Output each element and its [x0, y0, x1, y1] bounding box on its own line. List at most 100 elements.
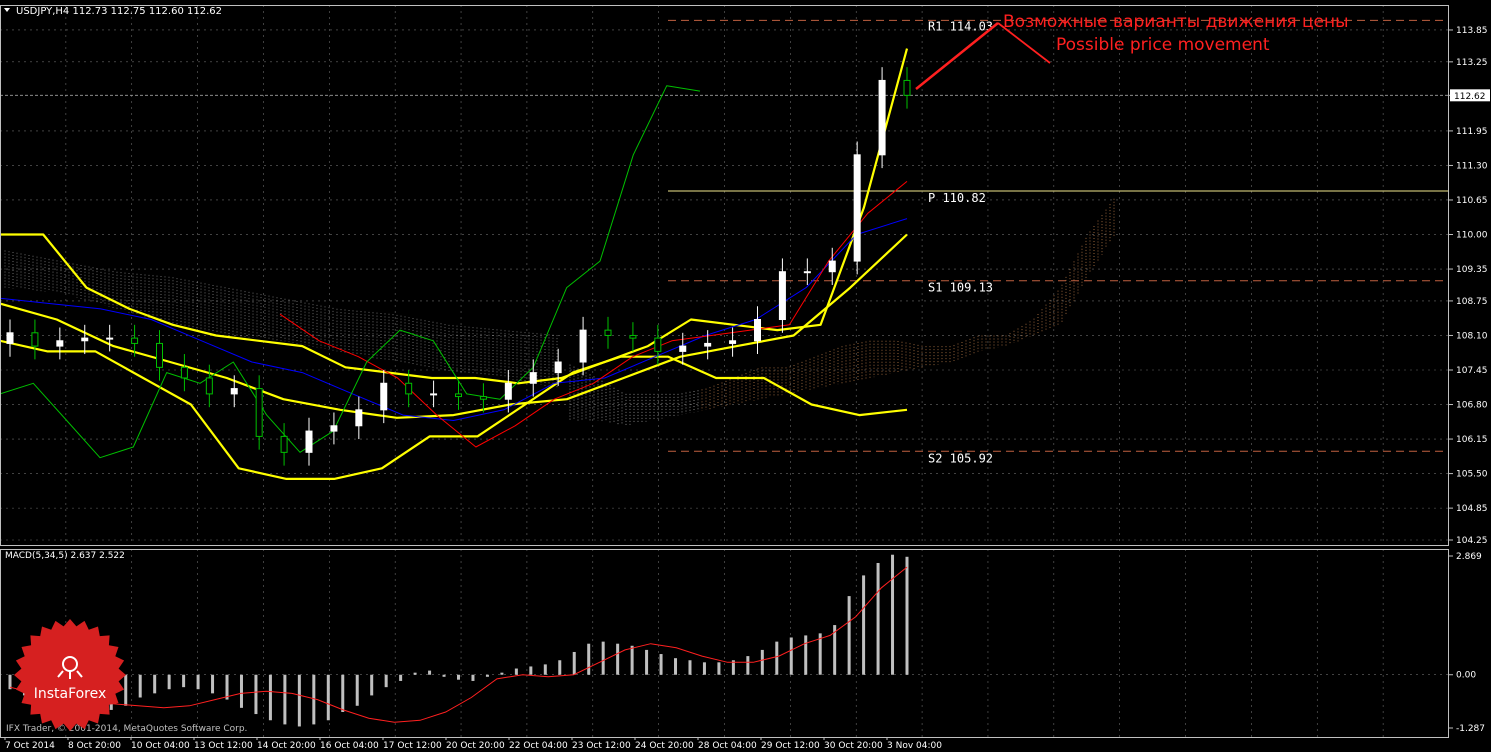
symbol-header: USDJPY,H4 112.73 112.75 112.60 112.62 [16, 6, 222, 17]
candle-body [704, 342, 712, 347]
macd-bar [876, 562, 880, 675]
y-tick-label: 107.45 [1456, 366, 1488, 376]
candle-body [380, 382, 388, 411]
candle-body [430, 393, 438, 396]
macd-bar [254, 674, 258, 715]
indicator-lines [0, 48, 909, 480]
y-tick-label: 106.80 [1456, 401, 1488, 411]
current-price-label: 112.62 [1454, 92, 1486, 102]
macd-bar [268, 674, 272, 721]
bollinger-lower-line [0, 339, 908, 480]
candle-body [878, 79, 886, 156]
macd-bar [717, 662, 721, 675]
macd-y-tick-label: -1.287 [1456, 724, 1485, 734]
macd-bar [370, 674, 374, 696]
bollinger-middle-line [0, 233, 908, 419]
macd-bar [283, 674, 287, 725]
pivot-levels: R1 114.03 P 110.82 S1 109.13 S2 105.92 [668, 19, 1449, 465]
macd-bar [182, 674, 186, 688]
ichimoku-cloud [4, 198, 1115, 426]
x-tick-label: 29 Oct 12:00 [761, 741, 820, 751]
y-tick-label: 110.65 [1456, 196, 1488, 206]
macd-bar [558, 660, 562, 675]
x-tick-label: 20 Oct 20:00 [446, 741, 505, 751]
macd-bar [688, 660, 692, 675]
y-tick-label: 108.10 [1456, 331, 1488, 341]
candle-body [853, 154, 861, 262]
candle-body [205, 377, 213, 395]
macd-bar [355, 674, 359, 706]
macd-bar [457, 674, 460, 680]
pivot-label-p: P 110.82 [928, 191, 986, 205]
macd-panel-frame [0, 549, 1449, 738]
x-tick-label: 10 Oct 04:00 [131, 741, 190, 751]
macd-y-tick-label: 0.00 [1456, 671, 1476, 681]
macd-bar [500, 672, 504, 675]
macd-bar [659, 654, 663, 675]
annotation-line2: Possible price movement [1056, 35, 1270, 55]
macd-bar [862, 575, 866, 675]
x-tick-label: 14 Oct 20:00 [257, 741, 316, 751]
candle-body [729, 340, 737, 344]
x-tick-label: 30 Oct 20:00 [824, 741, 883, 751]
candle-body [803, 271, 811, 274]
x-tick-label: 17 Oct 12:00 [383, 741, 442, 751]
annotation-line1: Возможные варианты движения цены [1003, 12, 1349, 32]
y-tick-label: 111.30 [1456, 161, 1488, 171]
candles [6, 67, 911, 466]
macd-bar [572, 651, 576, 675]
y-tick-label: 108.75 [1456, 297, 1488, 307]
x-tick-label: 23 Oct 12:00 [572, 741, 631, 751]
candle-body [554, 361, 562, 374]
macd-bar [818, 633, 822, 675]
y-tick-label: 113.25 [1456, 58, 1488, 68]
candle-body [180, 366, 188, 379]
y-tick-label: 104.85 [1456, 504, 1488, 514]
x-tick-label: 3 Nov 04:00 [887, 741, 942, 751]
kijun-line [0, 218, 908, 421]
macd-bar [674, 658, 678, 675]
x-tick-label: 13 Oct 12:00 [194, 741, 253, 751]
candle-body [479, 396, 487, 400]
y-tick-label: 111.95 [1456, 127, 1488, 137]
macd-signal-line [9, 566, 908, 723]
macd-bar [225, 674, 229, 700]
footer-copyright: IFX Trader, © 2001-2014, MetaQuotes Soft… [6, 724, 247, 734]
macd-bar [847, 596, 851, 675]
candle-body [903, 79, 911, 96]
x-tick-label: 24 Oct 20:00 [635, 741, 694, 751]
pivot-label-s1: S1 109.13 [928, 281, 993, 295]
y-tick-label: 110.00 [1456, 231, 1488, 241]
macd-bar [543, 664, 547, 675]
logo-text: InstaForex [34, 686, 107, 702]
macd-bar [138, 674, 142, 698]
y-tick-label: 105.50 [1456, 470, 1488, 480]
candle-body [280, 435, 288, 453]
chart-svg: R1 114.03 P 110.82 S1 109.13 S2 105.92 113.… [0, 5, 1490, 751]
macd-bar [326, 674, 330, 721]
macd-bar [630, 645, 634, 675]
header-dropdown-icon[interactable] [4, 8, 10, 12]
x-tick-label: 8 Oct 20:00 [68, 741, 121, 751]
instaforex-logo[interactable]: InstaForex [14, 619, 126, 731]
candle-body [504, 382, 512, 400]
candle-body [6, 332, 14, 344]
grid [0, 5, 1449, 545]
macd-bar [702, 662, 706, 675]
macd-bar [341, 674, 345, 712]
y-tick-label: 104.25 [1456, 536, 1488, 546]
macd-bar [239, 674, 243, 708]
macd-bar [760, 649, 764, 675]
macd-bar [804, 635, 808, 675]
y-tick-label: 109.35 [1456, 265, 1488, 275]
bollinger-upper-line [0, 48, 909, 385]
candle-body [828, 260, 836, 273]
candle-body [156, 342, 163, 368]
candle-body [81, 337, 89, 342]
x-tick-label: 16 Oct 04:00 [320, 741, 379, 751]
macd-bar [746, 656, 750, 675]
candle-body [604, 329, 612, 336]
y-tick-label: 113.85 [1456, 26, 1488, 36]
macd-bar [645, 649, 649, 675]
candle-body [56, 340, 64, 347]
